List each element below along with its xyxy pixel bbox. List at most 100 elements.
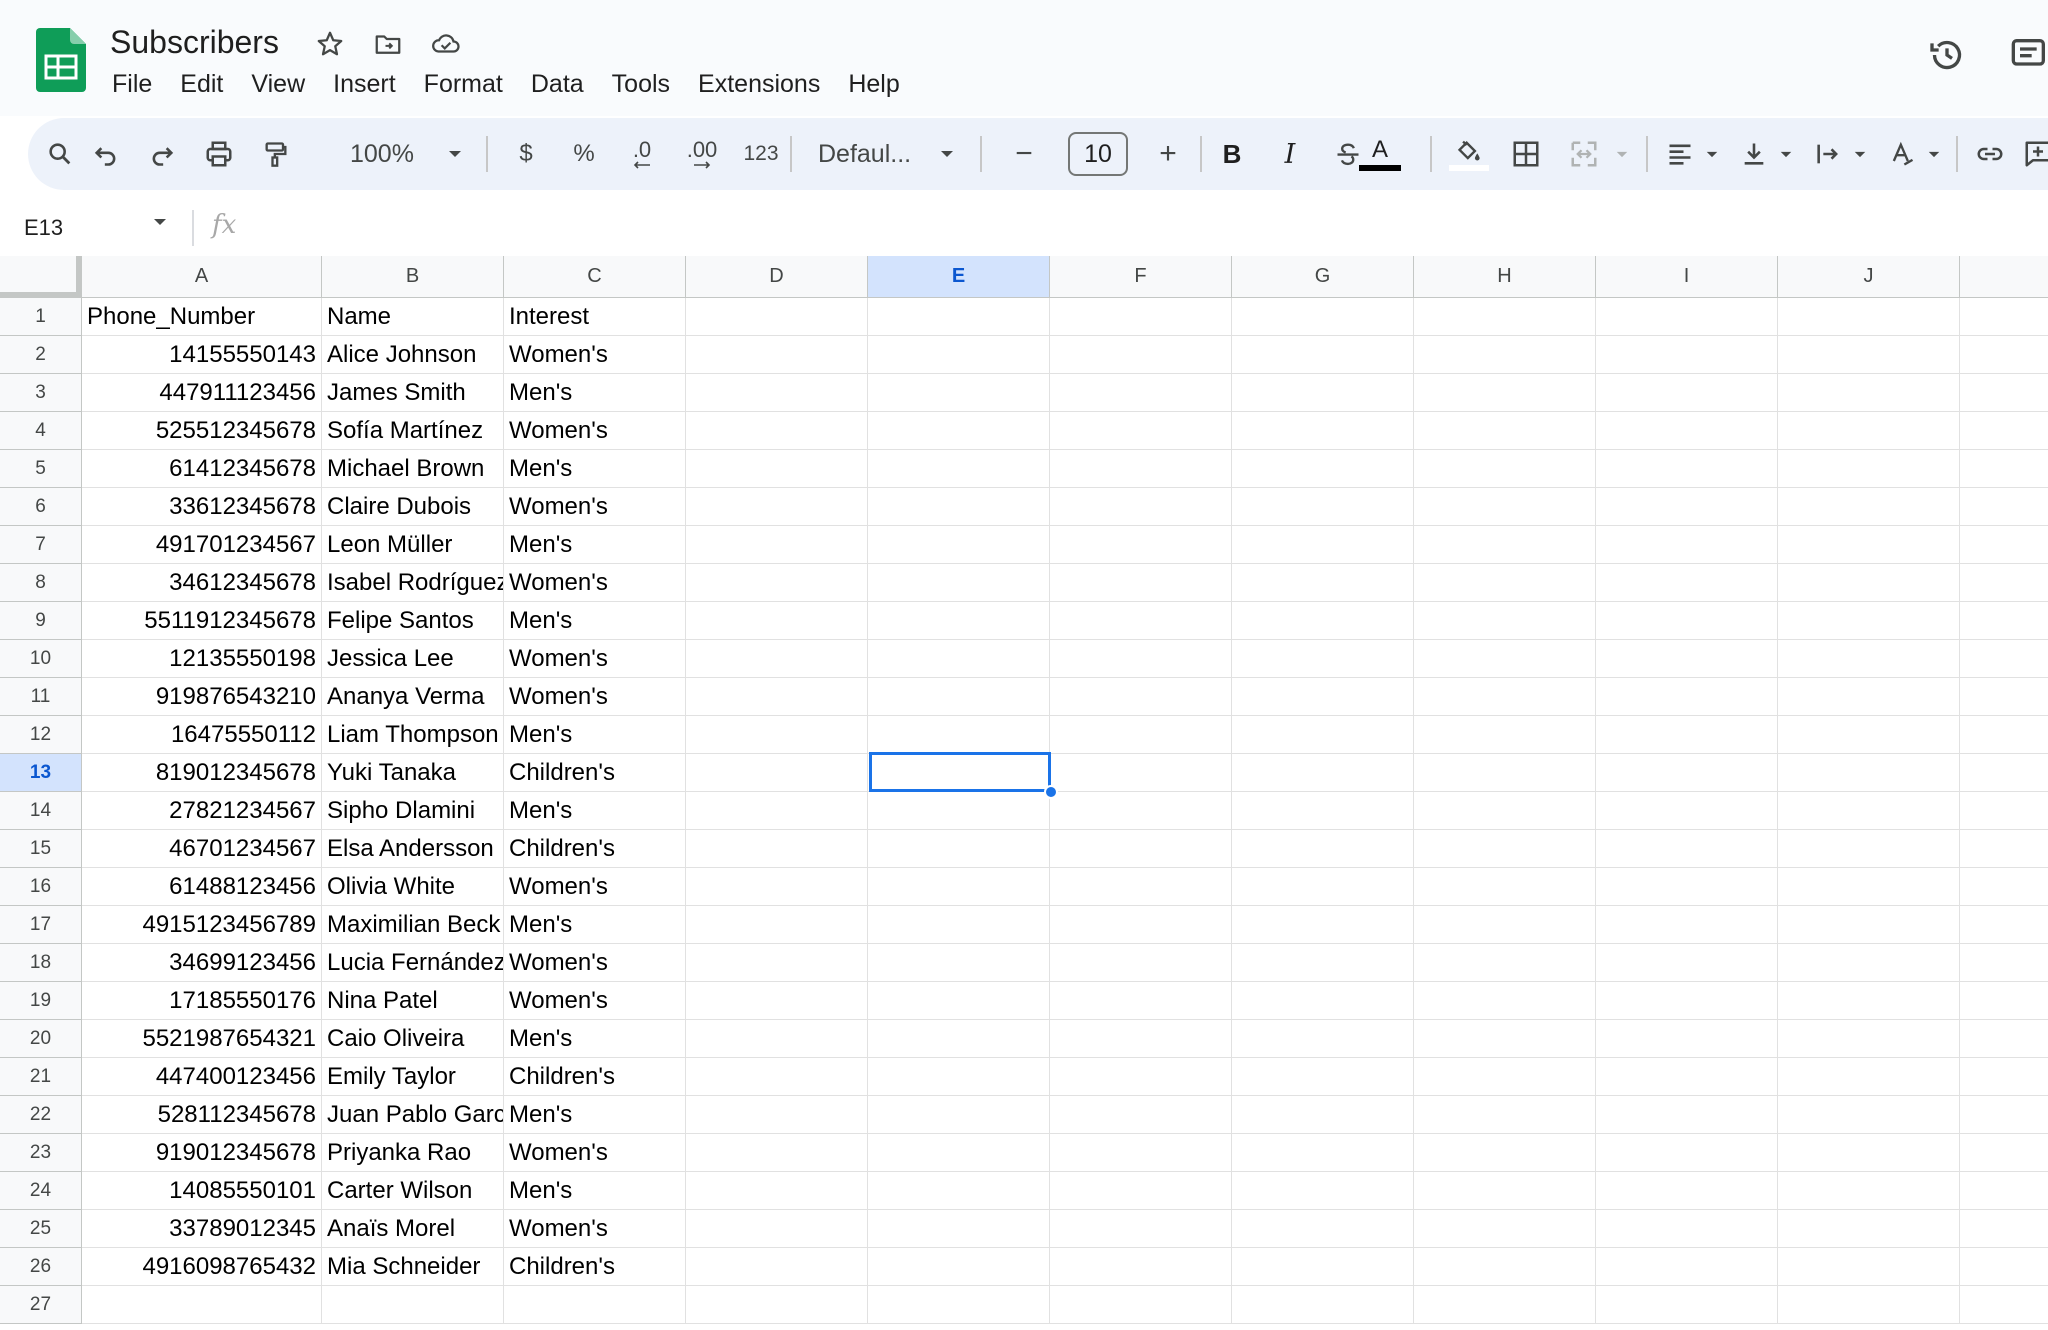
row-header-5[interactable]: 5 — [0, 450, 82, 488]
cell-g24[interactable] — [1232, 1172, 1414, 1210]
cell-c6[interactable]: Women's — [504, 488, 686, 526]
cell-i16[interactable] — [1596, 868, 1778, 906]
cell-c5[interactable]: Men's — [504, 450, 686, 488]
cell-a1[interactable]: Phone_Number — [82, 298, 322, 336]
row-header-4[interactable]: 4 — [0, 412, 82, 450]
cell-k25[interactable] — [1960, 1210, 2048, 1248]
cell-b8[interactable]: Isabel Rodríguez — [322, 564, 504, 602]
cell-f6[interactable] — [1050, 488, 1232, 526]
valign-dropdown-icon[interactable] — [1774, 118, 1798, 190]
cell-e12[interactable] — [868, 716, 1050, 754]
cell-i18[interactable] — [1596, 944, 1778, 982]
cell-j9[interactable] — [1778, 602, 1960, 640]
cell-b14[interactable]: Sipho Dlamini — [322, 792, 504, 830]
cell-c9[interactable]: Men's — [504, 602, 686, 640]
row-header-8[interactable]: 8 — [0, 564, 82, 602]
decrease-decimal-button[interactable]: .0 — [620, 118, 664, 190]
cell-d10[interactable] — [686, 640, 868, 678]
cell-b24[interactable]: Carter Wilson — [322, 1172, 504, 1210]
cell-f19[interactable] — [1050, 982, 1232, 1020]
row-header-27[interactable]: 27 — [0, 1286, 82, 1324]
formula-input[interactable] — [260, 208, 2020, 248]
row-header-17[interactable]: 17 — [0, 906, 82, 944]
cell-d19[interactable] — [686, 982, 868, 1020]
cell-k27[interactable] — [1960, 1286, 2048, 1324]
cell-k26[interactable] — [1960, 1248, 2048, 1286]
cell-g1[interactable] — [1232, 298, 1414, 336]
cell-g21[interactable] — [1232, 1058, 1414, 1096]
cell-c25[interactable]: Women's — [504, 1210, 686, 1248]
cell-f4[interactable] — [1050, 412, 1232, 450]
cell-b3[interactable]: James Smith — [322, 374, 504, 412]
cell-c20[interactable]: Men's — [504, 1020, 686, 1058]
cell-j26[interactable] — [1778, 1248, 1960, 1286]
cell-a25[interactable]: 33789012345 — [82, 1210, 322, 1248]
cell-k3[interactable] — [1960, 374, 2048, 412]
cell-e10[interactable] — [868, 640, 1050, 678]
cell-h23[interactable] — [1414, 1134, 1596, 1172]
cell-k24[interactable] — [1960, 1172, 2048, 1210]
cell-f21[interactable] — [1050, 1058, 1232, 1096]
cell-i12[interactable] — [1596, 716, 1778, 754]
merge-cells-icon[interactable] — [1560, 118, 1608, 190]
row-header-16[interactable]: 16 — [0, 868, 82, 906]
increase-decimal-button[interactable]: .00 — [676, 118, 728, 190]
cell-c2[interactable]: Women's — [504, 336, 686, 374]
cell-i5[interactable] — [1596, 450, 1778, 488]
cell-d3[interactable] — [686, 374, 868, 412]
cell-i15[interactable] — [1596, 830, 1778, 868]
cell-f18[interactable] — [1050, 944, 1232, 982]
cell-j10[interactable] — [1778, 640, 1960, 678]
cell-e7[interactable] — [868, 526, 1050, 564]
cell-h19[interactable] — [1414, 982, 1596, 1020]
cell-g12[interactable] — [1232, 716, 1414, 754]
cell-e26[interactable] — [868, 1248, 1050, 1286]
cell-i7[interactable] — [1596, 526, 1778, 564]
cell-i23[interactable] — [1596, 1134, 1778, 1172]
cell-f9[interactable] — [1050, 602, 1232, 640]
cell-c24[interactable]: Men's — [504, 1172, 686, 1210]
cell-k15[interactable] — [1960, 830, 2048, 868]
cell-j23[interactable] — [1778, 1134, 1960, 1172]
cell-c27[interactable] — [504, 1286, 686, 1324]
cell-a2[interactable]: 14155550143 — [82, 336, 322, 374]
cell-e22[interactable] — [868, 1096, 1050, 1134]
cell-d18[interactable] — [686, 944, 868, 982]
menu-edit[interactable]: Edit — [166, 64, 237, 104]
row-header-12[interactable]: 12 — [0, 716, 82, 754]
cell-i8[interactable] — [1596, 564, 1778, 602]
cell-h3[interactable] — [1414, 374, 1596, 412]
cell-e24[interactable] — [868, 1172, 1050, 1210]
column-header-f[interactable]: F — [1050, 256, 1232, 298]
cell-d14[interactable] — [686, 792, 868, 830]
cell-c4[interactable]: Women's — [504, 412, 686, 450]
cell-d13[interactable] — [686, 754, 868, 792]
cell-h9[interactable] — [1414, 602, 1596, 640]
cell-e27[interactable] — [868, 1286, 1050, 1324]
cell-h25[interactable] — [1414, 1210, 1596, 1248]
cell-b16[interactable]: Olivia White — [322, 868, 504, 906]
cell-i10[interactable] — [1596, 640, 1778, 678]
cell-i1[interactable] — [1596, 298, 1778, 336]
cell-i2[interactable] — [1596, 336, 1778, 374]
cell-k18[interactable] — [1960, 944, 2048, 982]
cell-a10[interactable]: 12135550198 — [82, 640, 322, 678]
cell-e8[interactable] — [868, 564, 1050, 602]
cell-a13[interactable]: 819012345678 — [82, 754, 322, 792]
cell-f26[interactable] — [1050, 1248, 1232, 1286]
cell-a9[interactable]: 5511912345678 — [82, 602, 322, 640]
cell-c16[interactable]: Women's — [504, 868, 686, 906]
row-header-11[interactable]: 11 — [0, 678, 82, 716]
cell-i9[interactable] — [1596, 602, 1778, 640]
column-header-g[interactable]: G — [1232, 256, 1414, 298]
cell-i20[interactable] — [1596, 1020, 1778, 1058]
cell-k14[interactable] — [1960, 792, 2048, 830]
cell-a24[interactable]: 14085550101 — [82, 1172, 322, 1210]
cell-j2[interactable] — [1778, 336, 1960, 374]
menu-view[interactable]: View — [237, 64, 319, 104]
cell-e5[interactable] — [868, 450, 1050, 488]
cell-a11[interactable]: 919876543210 — [82, 678, 322, 716]
cell-f16[interactable] — [1050, 868, 1232, 906]
cell-d6[interactable] — [686, 488, 868, 526]
cell-e2[interactable] — [868, 336, 1050, 374]
